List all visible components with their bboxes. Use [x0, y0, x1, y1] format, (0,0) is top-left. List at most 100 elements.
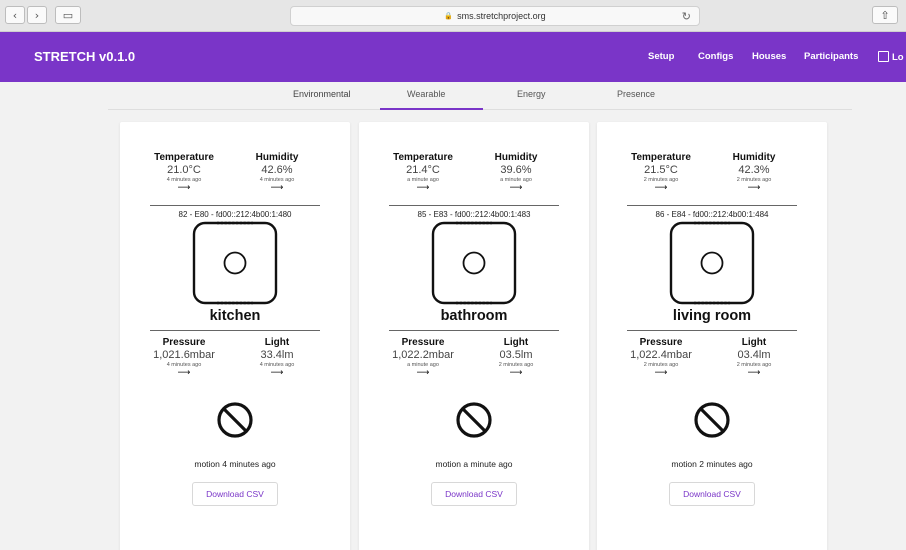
pressure-value: 1,022.4mbar: [630, 349, 692, 361]
temperature-value: 21.5°C: [644, 164, 678, 176]
room-name: bathroom: [440, 308, 508, 324]
pressure-label: Pressure: [401, 337, 445, 348]
lock-icon: 🔒: [444, 13, 454, 20]
divider: [150, 330, 320, 331]
room-name: living room: [672, 308, 752, 324]
light-trend-icon: ⟶: [747, 368, 761, 378]
humidity-label: Humidity: [494, 152, 538, 163]
sensor-device-icon: [192, 221, 278, 305]
sensor-device-icon: [669, 221, 755, 305]
pressure-stat: Pressure 1,022.2mbar a minute ago ⟶: [378, 337, 468, 378]
nav-houses[interactable]: Houses: [752, 51, 786, 62]
room-name: kitchen: [209, 308, 261, 324]
pressure-label: Pressure: [162, 337, 206, 348]
temperature-stat: Temperature 21.0°C 4 minutes ago ⟶: [139, 152, 229, 193]
humidity-trend-icon: ⟶: [270, 183, 284, 193]
light-trend-icon: ⟶: [270, 368, 284, 378]
temperature-label: Temperature: [154, 152, 214, 163]
nav-logout[interactable]: Lo: [878, 51, 904, 63]
address-bar[interactable]: 🔒 sms.stretchproject.org ↻: [290, 6, 700, 26]
light-stat: Light 33.4lm 4 minutes ago ⟶: [232, 337, 322, 378]
divider: [389, 205, 559, 206]
pressure-trend-icon: ⟶: [416, 368, 430, 378]
temperature-value: 21.0°C: [167, 164, 201, 176]
humidity-label: Humidity: [255, 152, 299, 163]
humidity-stat: Humidity 39.6% a minute ago ⟶: [471, 152, 561, 193]
room-card: Temperature 21.4°C a minute ago ⟶ Humidi…: [359, 122, 589, 550]
no-motion-icon: [217, 402, 253, 438]
back-icon: ‹: [12, 8, 18, 22]
divider: [389, 330, 559, 331]
pressure-trend-icon: ⟶: [177, 368, 191, 378]
pressure-label: Pressure: [639, 337, 683, 348]
browser-nav-buttons: ‹ › ▭: [5, 6, 81, 24]
divider: [150, 205, 320, 206]
light-label: Light: [503, 337, 529, 348]
tab-presence[interactable]: Presence: [617, 89, 655, 99]
light-value: 03.4lm: [737, 349, 771, 361]
no-motion-icon: [456, 402, 492, 438]
pressure-stat: Pressure 1,021.6mbar 4 minutes ago ⟶: [139, 337, 229, 378]
download-csv-button[interactable]: Download CSV: [669, 482, 755, 506]
share-button[interactable]: ⇧: [872, 6, 898, 24]
light-label: Light: [741, 337, 767, 348]
motion-status: motion 4 minutes ago: [194, 459, 276, 469]
device-id: 82 - E80 - fd00::212:4b00:1:480: [178, 210, 292, 219]
room-card: Temperature 21.5°C 2 minutes ago ⟶ Humid…: [597, 122, 827, 550]
divider: [627, 205, 797, 206]
light-label: Light: [264, 337, 290, 348]
light-stat: Light 03.5lm 2 minutes ago ⟶: [471, 337, 561, 378]
temperature-label: Temperature: [393, 152, 453, 163]
reload-icon[interactable]: ↻: [682, 10, 691, 23]
temperature-stat: Temperature 21.4°C a minute ago ⟶: [378, 152, 468, 193]
temperature-trend-icon: ⟶: [654, 183, 668, 193]
device-id: 86 - E84 - fd00::212:4b00:1:484: [655, 210, 769, 219]
humidity-trend-icon: ⟶: [509, 183, 523, 193]
temperature-stat: Temperature 21.5°C 2 minutes ago ⟶: [616, 152, 706, 193]
pressure-value: 1,021.6mbar: [153, 349, 215, 361]
light-trend-icon: ⟶: [509, 368, 523, 378]
humidity-stat: Humidity 42.6% 4 minutes ago ⟶: [232, 152, 322, 193]
humidity-trend-icon: ⟶: [747, 183, 761, 193]
nav-configs[interactable]: Configs: [698, 51, 733, 62]
sensor-device-icon: [431, 221, 517, 305]
pressure-stat: Pressure 1,022.4mbar 2 minutes ago ⟶: [616, 337, 706, 378]
sensor-tabs: Environmental Wearable Energy Presence: [108, 82, 852, 110]
forward-icon: ›: [34, 8, 40, 22]
light-value: 33.4lm: [260, 349, 294, 361]
light-value: 03.5lm: [499, 349, 533, 361]
humidity-value: 42.3%: [738, 164, 770, 176]
humidity-value: 39.6%: [500, 164, 532, 176]
browser-toolbar: ‹ › ▭ 🔒 sms.stretchproject.org ↻ ⇧: [0, 0, 906, 32]
brand-title[interactable]: STRETCH v0.1.0: [34, 49, 135, 64]
tabs-icon: ▭: [62, 8, 74, 22]
pressure-trend-icon: ⟶: [654, 368, 668, 378]
tab-wearable[interactable]: Wearable: [407, 89, 445, 99]
room-card: Temperature 21.0°C 4 minutes ago ⟶ Humid…: [120, 122, 350, 550]
temperature-value: 21.4°C: [406, 164, 440, 176]
no-motion-icon: [694, 402, 730, 438]
motion-status: motion 2 minutes ago: [671, 459, 753, 469]
humidity-label: Humidity: [732, 152, 776, 163]
show-tabs-button[interactable]: ▭: [55, 6, 81, 24]
forward-button[interactable]: ›: [27, 6, 47, 24]
back-button[interactable]: ‹: [5, 6, 25, 24]
nav-setup[interactable]: Setup: [648, 51, 674, 62]
humidity-value: 42.6%: [261, 164, 293, 176]
temperature-label: Temperature: [631, 152, 691, 163]
active-tab-indicator: [380, 108, 483, 110]
tab-environmental[interactable]: Environmental: [293, 89, 351, 99]
motion-status: motion a minute ago: [435, 459, 513, 469]
download-csv-button[interactable]: Download CSV: [192, 482, 278, 506]
divider: [627, 330, 797, 331]
device-id: 85 - E83 - fd00::212:4b00:1:483: [417, 210, 531, 219]
download-csv-button[interactable]: Download CSV: [431, 482, 517, 506]
app-header: STRETCH v0.1.0 Setup Configs Houses Part…: [0, 32, 906, 82]
nav-participants[interactable]: Participants: [804, 51, 858, 62]
tab-energy[interactable]: Energy: [517, 89, 546, 99]
share-icon: ⇧: [880, 8, 890, 22]
humidity-stat: Humidity 42.3% 2 minutes ago ⟶: [709, 152, 799, 193]
logout-icon: [878, 51, 889, 62]
url-text: sms.stretchproject.org: [457, 11, 546, 21]
light-stat: Light 03.4lm 2 minutes ago ⟶: [709, 337, 799, 378]
